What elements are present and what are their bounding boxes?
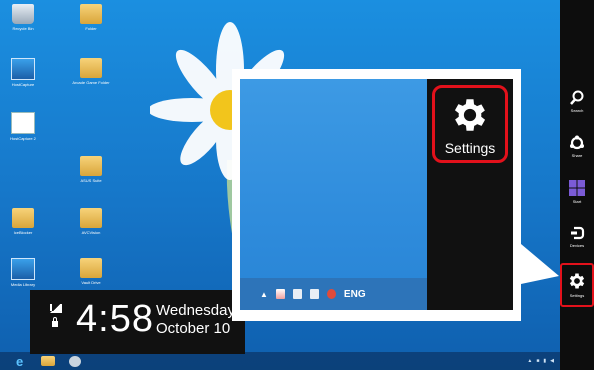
charm-label: Settings — [569, 293, 585, 298]
charms-bar: Search Share Start Devices Settings — [560, 0, 594, 370]
app-icon — [11, 258, 35, 280]
charm-label: Search — [570, 108, 584, 113]
charm-search[interactable]: Search — [560, 90, 594, 113]
desktop-icon-arcade-folder[interactable]: Arcade Game Folder — [62, 58, 120, 85]
desktop-icon-avcvision[interactable]: AVCVision — [62, 208, 120, 235]
desktop-icon-label: Arcade Game Folder — [72, 80, 110, 85]
tray-network-icon[interactable]: ▮ — [543, 358, 546, 364]
desktop-icon-hostcapture-2[interactable]: HostCapture 2 — [0, 112, 52, 141]
charm-devices[interactable]: Devices — [560, 225, 594, 248]
desktop-icon-label: HostCapture 2 — [10, 136, 36, 141]
desktop-icon-label: Vault Drive — [81, 280, 101, 285]
tray-flag-icon[interactable]: ■ — [536, 358, 539, 364]
gear-icon — [454, 99, 486, 131]
windows-logo-icon — [569, 180, 585, 196]
tray-volume-icon[interactable]: ◀ — [550, 358, 554, 364]
folder-icon — [80, 4, 102, 24]
folder-icon — [80, 58, 102, 78]
folder-icon — [80, 258, 102, 278]
app-icon — [11, 58, 35, 80]
clock-date-line: October 10 — [156, 320, 231, 337]
charm-label: Devices — [569, 243, 585, 248]
recycle-bin-icon — [12, 4, 34, 24]
desktop-icon-label: Recycle Bin — [12, 26, 34, 31]
desktop-icon-vault-drive[interactable]: Vault Drive — [62, 258, 120, 285]
desktop-icon-iceblocker[interactable]: IceBlocker — [0, 208, 52, 235]
zoom-settings-charm[interactable]: Settings — [432, 85, 508, 163]
desktop-icon-media-library[interactable]: Media Library — [0, 258, 52, 287]
taskbar: e ▲ ■ ▮ ◀ — [0, 352, 560, 370]
desktop-icon-label: Media Library — [10, 282, 36, 287]
desktop-icon-recycle-bin[interactable]: Recycle Bin — [0, 4, 52, 31]
charm-start[interactable]: Start — [560, 179, 594, 204]
zoom-desktop-area: ▲ ENG — [240, 79, 427, 310]
network-icon[interactable] — [309, 289, 319, 299]
clock-day: Wednesday — [156, 302, 235, 319]
tray-arrow-icon[interactable]: ▲ — [527, 358, 532, 364]
language-indicator[interactable]: ENG — [344, 289, 366, 300]
volume-icon[interactable] — [326, 289, 336, 299]
zoom-settings-label: Settings — [444, 140, 496, 156]
system-tray[interactable]: ▲ ■ ▮ ◀ — [527, 358, 554, 364]
desktop-icon-label: ASUS Suite — [80, 178, 102, 183]
search-icon — [570, 90, 584, 105]
gear-icon — [569, 273, 585, 289]
clock-time: 4:58 — [76, 298, 154, 340]
folder-icon — [80, 156, 102, 176]
internet-explorer-icon[interactable]: e — [16, 354, 23, 369]
media-player-icon[interactable] — [69, 355, 82, 367]
zoom-system-tray: ▲ ENG — [240, 278, 427, 310]
charm-share[interactable]: Share — [560, 135, 594, 158]
desktop-icon-asus-suite[interactable]: ASUS Suite — [62, 156, 120, 183]
zoom-callout: ▲ ENG Settings — [232, 69, 521, 321]
desktop-icon-label: IceBlocker — [13, 230, 33, 235]
desktop-icon-label: Folder — [85, 26, 97, 31]
desktop-icon-label: AVCVision — [81, 230, 101, 235]
document-icon — [11, 112, 35, 134]
file-explorer-icon[interactable] — [41, 356, 56, 366]
lock-icon — [52, 317, 58, 327]
clock-overlay: 4:58 Wednesday October 10 — [30, 290, 245, 354]
desktop-icon-label: HostCapture — [11, 82, 35, 87]
zoom-charm-panel: Settings — [427, 79, 513, 310]
clock-status-icons — [50, 304, 62, 327]
action-center-flag-icon[interactable] — [275, 289, 285, 299]
devices-icon — [571, 226, 585, 240]
tray-arrow-icon[interactable]: ▲ — [260, 290, 268, 299]
clock-date: Wednesday October 10 — [156, 302, 235, 338]
charm-label: Start — [572, 199, 582, 204]
power-icon[interactable] — [292, 289, 302, 299]
charm-settings[interactable]: Settings — [560, 263, 594, 307]
desktop-icon-hostcapture[interactable]: HostCapture — [0, 58, 52, 87]
desktop-icon-folder[interactable]: Folder — [62, 4, 120, 31]
callout-pointer — [521, 244, 559, 284]
network-signal-icon — [50, 304, 62, 313]
charm-label: Share — [571, 153, 583, 158]
folder-icon — [12, 208, 34, 228]
folder-icon — [80, 208, 102, 228]
share-icon — [570, 135, 584, 150]
